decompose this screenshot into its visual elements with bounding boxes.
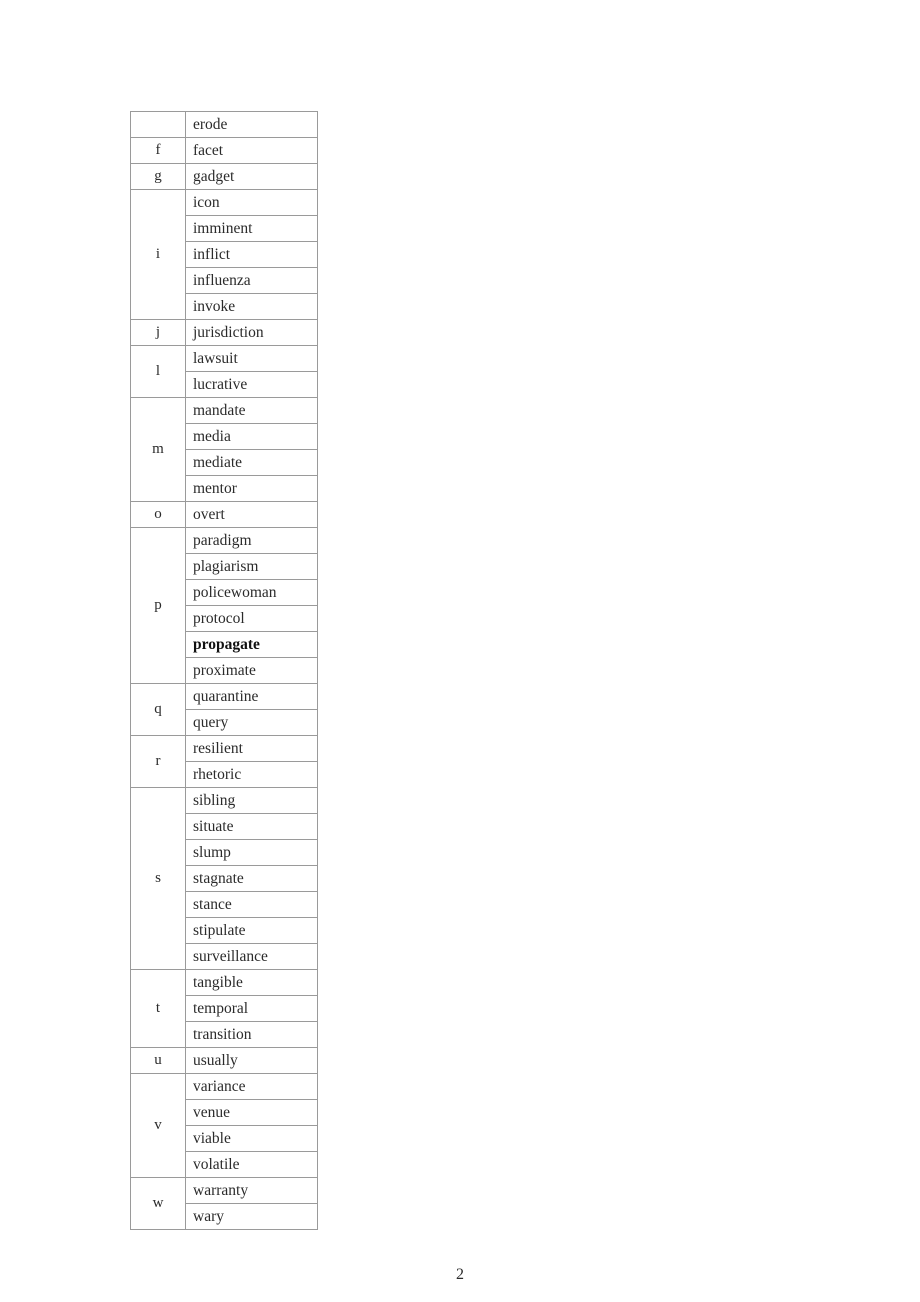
word-cell: icon — [185, 189, 318, 216]
word-cell: proximate — [185, 657, 318, 684]
word-cell: protocol — [185, 605, 318, 632]
word-cell: variance — [185, 1073, 318, 1100]
table-row: m mandate — [130, 397, 318, 502]
word-cell: paradigm — [185, 527, 318, 554]
document-page: erode f facet g gadget i icon imminent inflict in… — [0, 0, 920, 1302]
word-cell: wary — [185, 1203, 318, 1230]
word-cell: sibling — [185, 787, 318, 814]
table-row: erode — [130, 111, 318, 138]
word-cell: media — [185, 423, 318, 450]
letter-cell: r — [130, 735, 186, 788]
word-cell: usually — [185, 1047, 318, 1074]
letter-cell: t — [130, 969, 186, 1048]
letter-cell: o — [130, 501, 186, 528]
letter-cell: w — [130, 1177, 186, 1230]
vocabulary-table: erode f facet g gadget i icon imminent inflict in… — [130, 111, 318, 1230]
word-cell: policewoman — [185, 579, 318, 606]
letter-cell: u — [130, 1047, 186, 1074]
letter-cell: v — [130, 1073, 186, 1178]
letter-cell: s — [130, 787, 186, 970]
word-cell: volatile — [185, 1151, 318, 1178]
table-row: j jurisdiction — [130, 319, 318, 346]
letter-cell: q — [130, 683, 186, 736]
word-cell: overt — [185, 501, 318, 528]
word-cell: query — [185, 709, 318, 736]
table-row: o overt — [130, 501, 318, 528]
word-cell: quarantine — [185, 683, 318, 710]
word-cell: warranty — [185, 1177, 318, 1204]
word-cell: tangible — [185, 969, 318, 996]
word-cell: mandate — [185, 397, 318, 424]
word-cell: imminent — [185, 215, 318, 242]
table-row: p paradigm — [130, 527, 318, 684]
word-cell: rhetoric — [185, 761, 318, 788]
word-cell: mentor — [185, 475, 318, 502]
word-cell: stipulate — [185, 917, 318, 944]
letter-cell — [130, 111, 186, 138]
word-cell: invoke — [185, 293, 318, 320]
word-cell: lawsuit — [185, 345, 318, 372]
word-cell: resilient — [185, 735, 318, 762]
letter-cell: i — [130, 189, 186, 320]
word-cell: transition — [185, 1021, 318, 1048]
vocabulary-table-body: erode f facet g gadget i icon imminent inflict in… — [130, 111, 318, 1230]
word-cell: propagate — [185, 631, 318, 658]
letter-cell: l — [130, 345, 186, 398]
word-cell: influenza — [185, 267, 318, 294]
table-row: r resilient — [130, 735, 318, 788]
word-cell: jurisdiction — [185, 319, 318, 346]
word-cell: mediate — [185, 449, 318, 476]
table-row: w warranty — [130, 1177, 318, 1230]
word-cell: surveillance — [185, 943, 318, 970]
table-row: v variance — [130, 1073, 318, 1178]
table-row: s sibling — [130, 787, 318, 970]
word-cell: slump — [185, 839, 318, 866]
letter-cell: j — [130, 319, 186, 346]
table-row: i icon — [130, 189, 318, 320]
word-cell: erode — [185, 111, 318, 138]
table-row: t tangible — [130, 969, 318, 1048]
word-cell: situate — [185, 813, 318, 840]
table-row: u usually — [130, 1047, 318, 1074]
table-row: q quarantine — [130, 683, 318, 736]
page-number: 2 — [456, 1266, 464, 1283]
letter-cell: f — [130, 137, 186, 164]
letter-cell: g — [130, 163, 186, 190]
word-cell: gadget — [185, 163, 318, 190]
word-cell: inflict — [185, 241, 318, 268]
table-row: f facet — [130, 137, 318, 164]
word-cell: plagiarism — [185, 553, 318, 580]
word-cell: lucrative — [185, 371, 318, 398]
word-cell: facet — [185, 137, 318, 164]
table-row: l lawsuit — [130, 345, 318, 398]
word-cell: stance — [185, 891, 318, 918]
word-cell: stagnate — [185, 865, 318, 892]
word-cell: temporal — [185, 995, 318, 1022]
letter-cell: m — [130, 397, 186, 502]
letter-cell: p — [130, 527, 186, 684]
word-cell: venue — [185, 1099, 318, 1126]
table-row: g gadget — [130, 163, 318, 190]
word-cell: viable — [185, 1125, 318, 1152]
